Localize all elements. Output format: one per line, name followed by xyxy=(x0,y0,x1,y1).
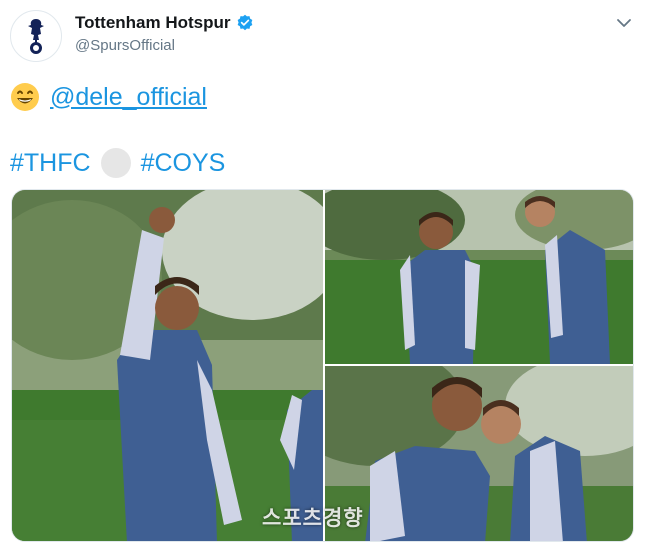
photo-1-image xyxy=(12,190,323,541)
hashtag-coys[interactable]: #COYS xyxy=(141,149,226,178)
photo-1[interactable] xyxy=(12,190,323,541)
photo-3[interactable] xyxy=(325,366,633,541)
account-name[interactable]: Tottenham Hotspur xyxy=(75,13,231,33)
verified-badge-icon xyxy=(237,14,252,31)
photo-3-image xyxy=(325,366,633,541)
hashtag-thfc[interactable]: #THFC xyxy=(10,149,91,178)
tweet-text-line-1: @dele_official xyxy=(10,82,207,112)
avatar[interactable] xyxy=(10,10,62,62)
watermark: 스포츠경향 xyxy=(262,507,364,530)
chevron-down-icon[interactable] xyxy=(615,14,633,32)
photo-2[interactable] xyxy=(325,190,633,364)
tweet-text-line-2: #THFC #COYS xyxy=(10,148,225,178)
cockerel-emoji-icon xyxy=(100,148,131,178)
spurs-crest-icon xyxy=(28,19,44,54)
account-name-row: Tottenham Hotspur xyxy=(75,13,254,33)
mention-link[interactable]: @dele_official xyxy=(50,83,207,112)
photo-2-image xyxy=(325,190,633,364)
grinning-face-emoji-icon xyxy=(11,83,39,111)
media-grid xyxy=(11,189,634,542)
account-handle[interactable]: @SpursOfficial xyxy=(75,37,175,54)
